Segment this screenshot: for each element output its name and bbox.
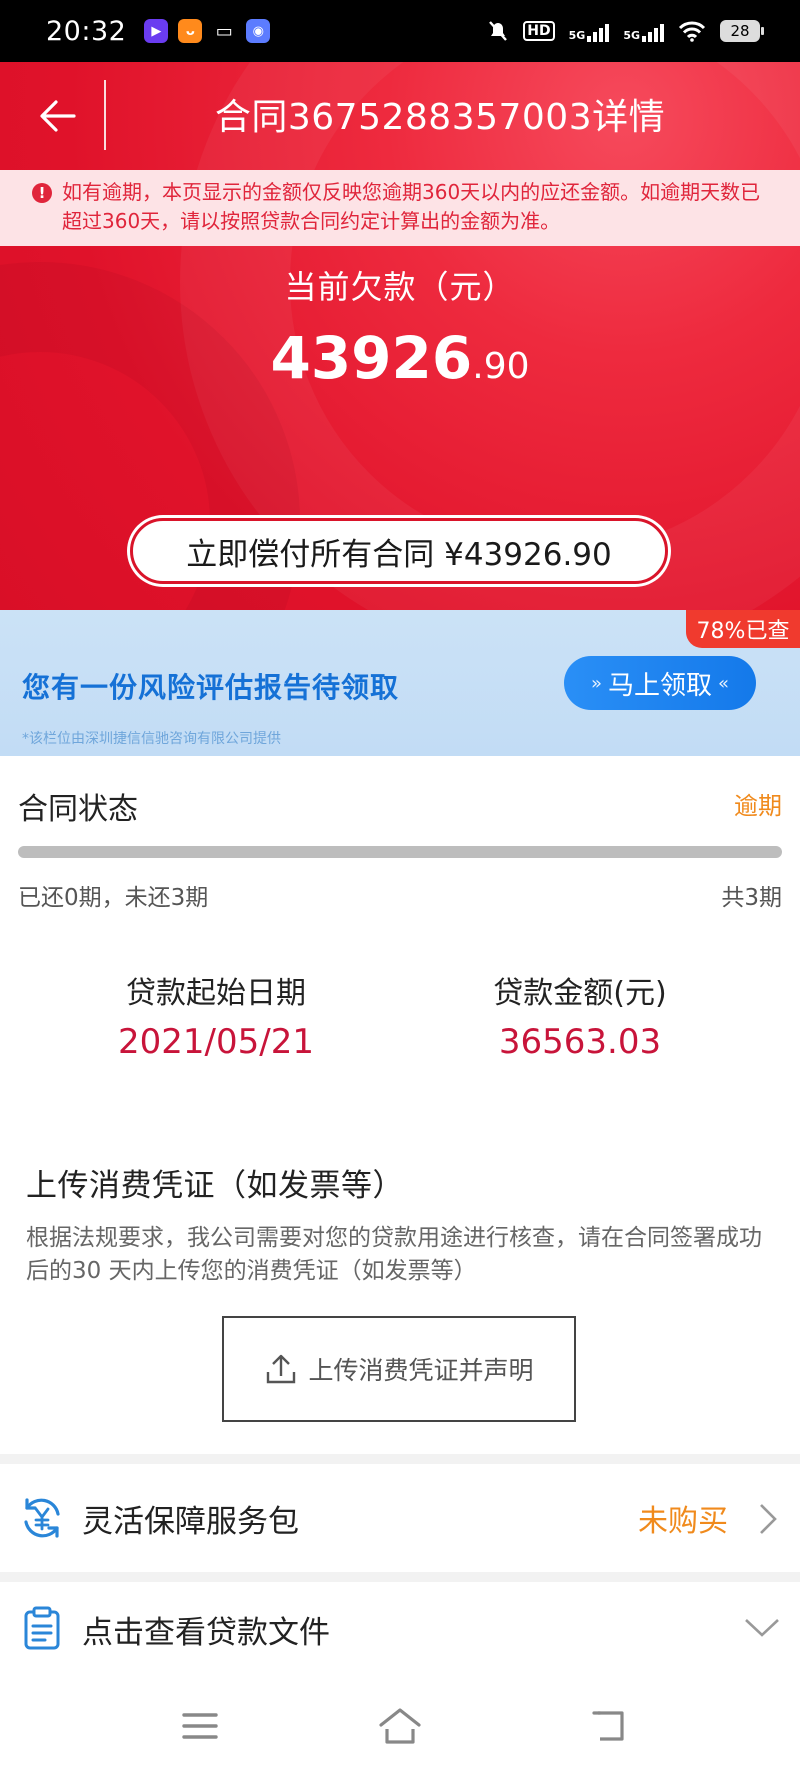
back-icon bbox=[592, 1711, 624, 1741]
video-app-icon: ▶ bbox=[144, 19, 169, 43]
service-package-label: 灵活保障服务包 bbox=[82, 1503, 299, 1540]
upload-icon bbox=[267, 1354, 296, 1384]
battery-icon: 28 bbox=[720, 20, 764, 42]
loan-start-date-value: 2021/05/21 bbox=[118, 1022, 314, 1062]
signal-bars-icon bbox=[587, 20, 610, 42]
debt-amount-decimal: .90 bbox=[472, 346, 530, 387]
yuan-refresh-icon bbox=[24, 1498, 60, 1538]
arrow-left-icon bbox=[40, 100, 76, 132]
wifi-icon bbox=[678, 21, 706, 42]
status-time: 20:32 bbox=[46, 15, 127, 47]
double-chevron-right-icon: » bbox=[590, 672, 602, 694]
home-nav-button[interactable] bbox=[370, 1696, 430, 1756]
contract-status-badge: 逾期 bbox=[734, 792, 782, 820]
top-navbar: 合同3675288357003详情 bbox=[0, 62, 800, 170]
double-chevron-left-icon: « bbox=[718, 672, 730, 694]
status-app-icons: ▶ ᴗ ▭ ◉ bbox=[144, 19, 271, 43]
risk-report-banner[interactable]: 78%已查 您有一份风险评估报告待领取 » 马上领取 « *该栏位由深圳捷信信驰… bbox=[0, 610, 800, 756]
section-separator bbox=[0, 1572, 800, 1582]
signal-5g-2: 5G bbox=[623, 20, 664, 42]
claim-report-label: 马上领取 bbox=[607, 670, 712, 701]
notice-text: 如有逾期，本页显示的金额仅反映您逾期360天以内的应还金额。如逾期天数已超过36… bbox=[62, 180, 761, 233]
loan-documents-row[interactable]: 点击查看贷款文件 bbox=[0, 1582, 800, 1676]
back-button[interactable] bbox=[28, 86, 88, 146]
page-title: 合同3675288357003详情 bbox=[214, 97, 666, 138]
ad-footnote: *该栏位由深圳捷信信驰咨询有限公司提供 bbox=[22, 731, 281, 747]
debt-label: 当前欠款（元） bbox=[284, 268, 516, 306]
mute-icon bbox=[489, 21, 508, 41]
debt-header: 合同3675288357003详情 ! 如有逾期，本页显示的金额仅反映您逾期36… bbox=[0, 62, 800, 610]
status-bar: 20:32 ▶ ᴗ ▭ ◉ HD 5G 5G 28 bbox=[0, 0, 800, 62]
loan-amount: 贷款金额(元) 36563.03 bbox=[400, 968, 760, 1062]
loan-amount-label: 贷款金额(元) bbox=[493, 976, 667, 1011]
periods-summary: 已还0期，未还3期 bbox=[18, 885, 209, 911]
back-nav-button[interactable] bbox=[580, 1696, 640, 1756]
nav-divider bbox=[104, 80, 106, 150]
pay-all-button[interactable]: 立即偿付所有合同 ¥43926.90 bbox=[130, 518, 668, 584]
section-separator bbox=[0, 1454, 800, 1464]
upload-section-description: 根据法规要求，我公司需要对您的贷款用途进行核查，请在合同签署成功后的30 天内上… bbox=[26, 1225, 762, 1284]
overdue-notice: ! 如有逾期，本页显示的金额仅反映您逾期360天以内的应还金额。如逾期天数已超过… bbox=[0, 170, 800, 246]
loan-start-date: 贷款起始日期 2021/05/21 bbox=[36, 968, 396, 1062]
hd-badge: HD bbox=[523, 21, 555, 41]
status-indicators: HD 5G 5G 28 bbox=[487, 20, 764, 42]
signal-5g-1: 5G bbox=[569, 20, 610, 42]
contract-status-card: 合同状态 逾期 已还0期，未还3期 共3期 贷款起始日期 2021/05/21 … bbox=[0, 764, 800, 1454]
ad-title: 您有一份风险评估报告待领取 bbox=[22, 671, 400, 704]
clipboard-icon bbox=[24, 1606, 60, 1650]
service-package-row[interactable]: 灵活保障服务包 未购买 bbox=[0, 1464, 800, 1572]
periods-total: 共3期 bbox=[721, 885, 782, 911]
debt-amount-integer: 43926 bbox=[270, 324, 473, 392]
signal-bars-icon bbox=[642, 20, 664, 42]
book-app-icon: ▭ bbox=[212, 19, 237, 43]
upload-voucher-button[interactable]: 上传消费凭证并声明 bbox=[222, 1316, 576, 1422]
service-package-status: 未购买 bbox=[638, 1504, 728, 1539]
upload-section-title: 上传消费凭证（如发票等） bbox=[26, 1168, 404, 1204]
home-icon bbox=[379, 1708, 421, 1744]
debt-amount: 43926.90 bbox=[0, 324, 800, 392]
loan-documents-label: 点击查看贷款文件 bbox=[82, 1614, 330, 1651]
system-navigation-bar bbox=[0, 1676, 800, 1778]
upload-voucher-label: 上传消费凭证并声明 bbox=[308, 1356, 534, 1385]
exclamation-icon: ! bbox=[32, 183, 52, 203]
loan-start-date-label: 贷款起始日期 bbox=[126, 976, 306, 1011]
ad-tag-badge: 78%已查 bbox=[686, 610, 800, 648]
loan-amount-value: 36563.03 bbox=[498, 1022, 662, 1062]
chevron-right-icon bbox=[760, 1504, 777, 1534]
ghost-app-icon: ◉ bbox=[246, 19, 271, 43]
menu-nav-button[interactable] bbox=[170, 1696, 230, 1756]
repayment-progress-bar bbox=[18, 846, 782, 858]
menu-icon bbox=[182, 1713, 218, 1739]
claim-report-button[interactable]: » 马上领取 « bbox=[564, 656, 756, 710]
chevron-down-icon bbox=[745, 1619, 779, 1637]
contract-status-title: 合同状态 bbox=[18, 792, 138, 827]
fox-app-icon: ᴗ bbox=[178, 19, 203, 43]
